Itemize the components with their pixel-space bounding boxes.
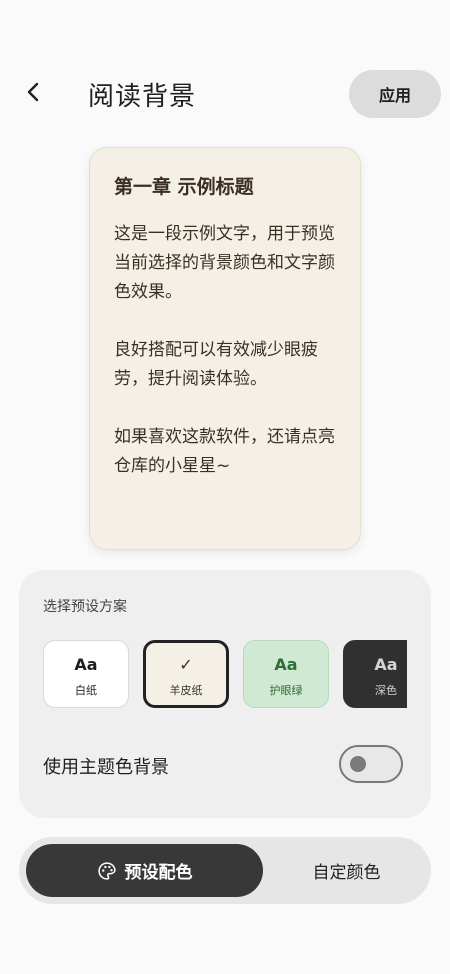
page-title: 阅读背景 bbox=[88, 82, 197, 112]
preview-title: 第一章 示例标题 bbox=[114, 176, 254, 198]
back-button[interactable] bbox=[14, 72, 54, 112]
back-arrow-icon bbox=[27, 82, 39, 102]
app-header: 阅读背景 应用 bbox=[0, 60, 450, 128]
palette-icon bbox=[97, 861, 116, 880]
swatch-sample-text: Aa bbox=[374, 655, 398, 674]
swatch-name: 护眼绿 bbox=[269, 684, 303, 697]
swatch-name: 白纸 bbox=[75, 684, 97, 697]
preset-parchment[interactable]: ✓ 羊皮纸 bbox=[143, 640, 229, 708]
color-mode-segmented-control: 预设配色 自定颜色 bbox=[19, 837, 431, 904]
apply-button[interactable]: 应用 bbox=[349, 70, 441, 118]
swatch-sample-text: Aa bbox=[74, 655, 98, 674]
preset-eye-care-green[interactable]: Aa 护眼绿 bbox=[243, 640, 329, 708]
tab-preset-colors-label: 预设配色 bbox=[124, 863, 193, 883]
tab-preset-colors[interactable]: 预设配色 bbox=[26, 844, 263, 897]
checkmark-icon: ✓ bbox=[179, 655, 193, 674]
preview-paragraph: 这是一段示例文字，用于预览当前选择的背景颜色和文字颜色效果。 bbox=[114, 224, 335, 302]
theme-background-label: 使用主题色背景 bbox=[43, 757, 169, 778]
preview-paragraph: 良好搭配可以有效减少眼疲劳，提升阅读体验。 bbox=[114, 340, 318, 389]
preview-paragraph: 如果喜欢这款软件，还请点亮仓库的小星星~ bbox=[114, 427, 335, 476]
preview-card: 第一章 示例标题 这是一段示例文字，用于预览当前选择的背景颜色和文字颜色效果。 … bbox=[89, 147, 361, 550]
swatch-name: 羊皮纸 bbox=[169, 684, 203, 697]
preset-panel: 选择预设方案 Aa 白纸 ✓ 羊皮纸 Aa 护眼绿 Aa 深色 使用主题色背景 bbox=[19, 570, 431, 818]
theme-background-toggle[interactable] bbox=[339, 745, 403, 783]
swatch-name: 深色 bbox=[375, 684, 397, 697]
preset-dark[interactable]: Aa 深色 bbox=[343, 640, 407, 708]
preset-white-paper[interactable]: Aa 白纸 bbox=[43, 640, 129, 708]
toggle-knob bbox=[350, 756, 366, 772]
tab-custom-colors[interactable]: 自定颜色 bbox=[269, 844, 424, 897]
swatch-sample-text: Aa bbox=[274, 655, 298, 674]
preset-swatch-row[interactable]: Aa 白纸 ✓ 羊皮纸 Aa 护眼绿 Aa 深色 bbox=[43, 640, 407, 708]
preset-section-label: 选择预设方案 bbox=[43, 599, 127, 615]
